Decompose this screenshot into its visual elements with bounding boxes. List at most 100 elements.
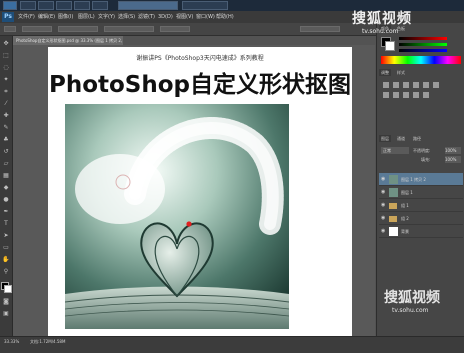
blue-slider[interactable]	[399, 49, 447, 52]
option-control-3[interactable]	[104, 26, 154, 32]
eyedropper-tool-icon[interactable]: ⁄	[2, 100, 10, 108]
watermark-logo-top: 搜狐视频	[352, 11, 412, 27]
layer-row[interactable]: ◉ 图层 1 拷贝 2	[379, 173, 463, 186]
opacity-input[interactable]: 100%	[445, 147, 461, 154]
document-title: PhotoShop自定义形状抠图	[48, 72, 352, 98]
eraser-tool-icon[interactable]: ▱	[2, 160, 10, 168]
visibility-eye-icon[interactable]: ◉	[381, 225, 385, 238]
layer-name[interactable]: 图层 1	[401, 186, 413, 199]
photo-image	[65, 104, 289, 329]
tab-paths[interactable]: 路径	[411, 135, 423, 142]
tab-styles[interactable]: 样式	[395, 69, 407, 76]
zoom-tool-icon[interactable]: ⚲	[2, 268, 10, 276]
menu-image[interactable]: 图像(I)	[58, 11, 73, 23]
workspace-switcher[interactable]	[300, 26, 340, 32]
taskbar-app-4[interactable]	[74, 1, 90, 10]
menu-view[interactable]: 视图(V)	[176, 11, 193, 23]
blend-mode-select[interactable]: 正常	[381, 147, 409, 154]
taskbar-app-2[interactable]	[38, 1, 54, 10]
adjustment-icons-grid	[381, 80, 461, 100]
layer-thumbnail	[389, 188, 398, 197]
red-marker-dot	[186, 221, 192, 227]
menu-layer[interactable]: 图层(L)	[78, 11, 95, 23]
opacity-label: 不透明度:	[413, 148, 431, 153]
pen-tool-icon[interactable]: ✒	[2, 208, 10, 216]
dodge-tool-icon[interactable]: ●	[2, 196, 10, 204]
zoom-level[interactable]: 33.33%	[4, 337, 19, 346]
red-slider[interactable]	[399, 37, 447, 40]
menu-edit[interactable]: 编辑(E)	[38, 11, 55, 23]
green-slider[interactable]	[399, 43, 447, 46]
taskbar-app-1[interactable]	[20, 1, 36, 10]
taskbar-app-active[interactable]	[118, 1, 178, 10]
color-spectrum-bar[interactable]	[381, 56, 461, 64]
folder-icon	[389, 203, 397, 209]
layer-name[interactable]: 组 2	[401, 212, 409, 225]
folder-icon	[389, 216, 397, 222]
tab-channels[interactable]: 通道	[395, 135, 407, 142]
layer-row[interactable]: ◉ 背景	[379, 225, 463, 238]
magic-wand-tool-icon[interactable]: ✦	[2, 76, 10, 84]
clone-stamp-tool-icon[interactable]: ♣	[2, 136, 10, 144]
crop-tool-icon[interactable]: ⌗	[2, 88, 10, 96]
taskbar-app-6[interactable]	[182, 1, 228, 10]
type-tool-icon[interactable]: T	[2, 220, 10, 228]
visibility-eye-icon[interactable]: ◉	[381, 199, 385, 212]
move-tool-icon[interactable]: ✥	[2, 40, 10, 48]
tab-adjustments[interactable]: 调整	[379, 69, 391, 76]
menu-type[interactable]: 文字(Y)	[98, 11, 115, 23]
watermark-url-bottom: tv.sohu.com	[392, 307, 429, 314]
background-color-swatch[interactable]	[4, 285, 12, 293]
menu-help[interactable]: 帮助(H)	[216, 11, 234, 23]
photoshop-logo-icon: Ps	[2, 12, 14, 22]
layer-row[interactable]: ◉ 组 2	[379, 212, 463, 225]
option-control-2[interactable]	[58, 26, 98, 32]
document-tab[interactable]: PhotoShop自定义形状抠图.psd @ 33.3% (图层 1 拷贝 2,…	[13, 36, 123, 45]
shape-tool-icon[interactable]: ▭	[2, 244, 10, 252]
fill-input[interactable]: 100%	[445, 156, 461, 163]
visibility-eye-icon[interactable]: ◉	[381, 212, 385, 225]
tab-layers[interactable]: 图层	[379, 135, 391, 142]
watermark-url-top: tv.sohu.com	[362, 28, 399, 35]
quick-mask-icon[interactable]: ◙	[2, 298, 10, 306]
menu-filter[interactable]: 滤镜(T)	[138, 11, 155, 23]
layer-name[interactable]: 组 1	[401, 199, 409, 212]
menu-window[interactable]: 窗口(W)	[196, 11, 215, 23]
document-size-info: 文档:1.72M/4.58M	[30, 339, 66, 344]
layer-thumbnail	[389, 227, 398, 236]
menu-file[interactable]: 文件(F)	[18, 11, 35, 23]
toolbox: ✥ ⬚ ◌ ✦ ⌗ ⁄ ✚ ✎ ♣ ↺ ▱ ▦ ◆ ● ✒ T ➤ ▭ ✋ ⚲ …	[0, 36, 13, 336]
path-selection-tool-icon[interactable]: ➤	[2, 232, 10, 240]
heart-book-photo	[65, 104, 289, 329]
marquee-tool-icon[interactable]: ⬚	[2, 52, 10, 60]
screen-mode-icon[interactable]: ▣	[2, 310, 10, 318]
blur-tool-icon[interactable]: ◆	[2, 184, 10, 192]
layer-name[interactable]: 背景	[401, 225, 409, 238]
lasso-tool-icon[interactable]: ◌	[2, 64, 10, 72]
document-subtitle: 谢振讲PS《PhotoShop3天闪电速成》系列教程	[136, 55, 264, 62]
tool-preset-picker[interactable]	[4, 26, 16, 32]
option-control-4[interactable]	[160, 26, 190, 32]
watermark-logo-bottom: 搜狐视频	[384, 290, 440, 306]
color-bg-swatch[interactable]	[385, 41, 395, 51]
visibility-eye-icon[interactable]: ◉	[381, 173, 385, 186]
menu-select[interactable]: 选择(S)	[118, 11, 135, 23]
layer-row[interactable]: ◉ 图层 1	[379, 186, 463, 199]
brush-tool-icon[interactable]: ✎	[2, 124, 10, 132]
fill-label: 填充:	[421, 157, 431, 162]
gradient-tool-icon[interactable]: ▦	[2, 172, 10, 180]
layer-row[interactable]: ◉ 组 1	[379, 199, 463, 212]
taskbar-app-3[interactable]	[56, 1, 72, 10]
menu-3d[interactable]: 3D(D)	[158, 11, 173, 23]
taskbar-app-5[interactable]	[92, 1, 108, 10]
option-control-1[interactable]	[22, 26, 52, 32]
document-canvas[interactable]: 谢振讲PS《PhotoShop3天闪电速成》系列教程 PhotoShop自定义形…	[48, 47, 352, 336]
healing-brush-tool-icon[interactable]: ✚	[2, 112, 10, 120]
taskbar-start-icon[interactable]	[3, 1, 17, 10]
visibility-eye-icon[interactable]: ◉	[381, 186, 385, 199]
tool-options-bar	[0, 23, 376, 36]
history-brush-tool-icon[interactable]: ↺	[2, 148, 10, 156]
status-bar: 33.33% 文档:1.72M/4.58M	[0, 336, 464, 353]
layer-name[interactable]: 图层 1 拷贝 2	[401, 173, 426, 186]
hand-tool-icon[interactable]: ✋	[2, 256, 10, 264]
